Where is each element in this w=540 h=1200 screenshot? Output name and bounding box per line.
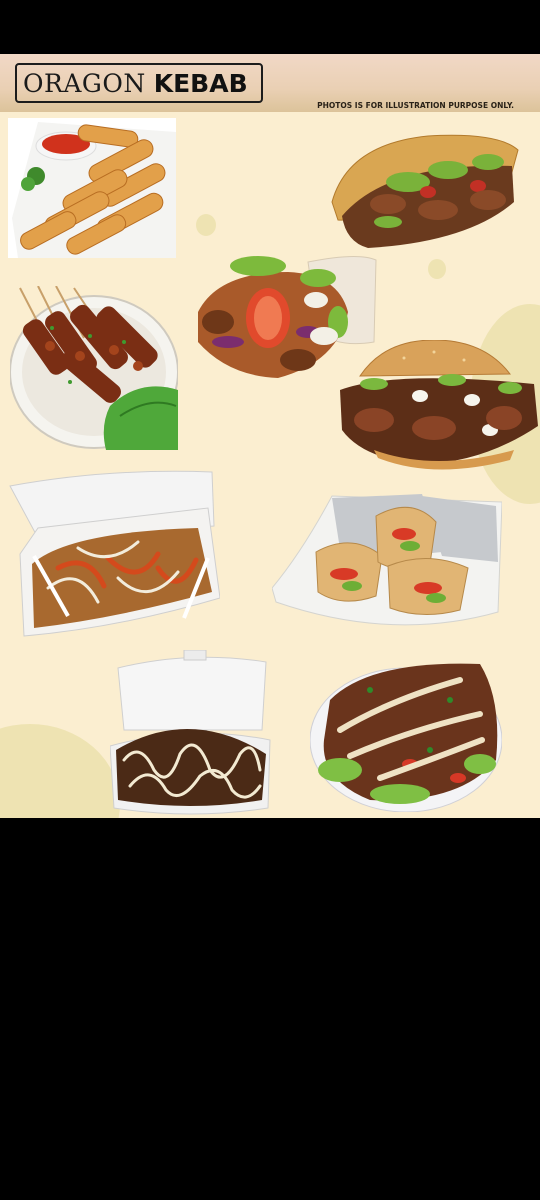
background-blob — [196, 214, 216, 236]
photo-chicken-skewers — [10, 286, 178, 450]
brand-name-word2: KEBAB — [153, 68, 248, 98]
photo-kebab-burger — [334, 340, 540, 470]
photo-spring-rolls — [8, 118, 176, 258]
brand-logo: ORAGON KEBAB — [15, 63, 263, 103]
background-blob — [0, 724, 120, 818]
menu-poster: ORAGON KEBAB PHOTOS IS FOR ILLUSTRATION … — [0, 54, 540, 818]
poster-header: ORAGON KEBAB PHOTOS IS FOR ILLUSTRATION … — [0, 54, 540, 112]
brand-name-word1: ORAGON — [23, 68, 146, 98]
screen: ORAGON KEBAB PHOTOS IS FOR ILLUSTRATION … — [0, 0, 540, 1200]
photo-kebab-plate — [310, 660, 502, 812]
photo-foil-wraps — [272, 492, 502, 632]
disclaimer-text: PHOTOS IS FOR ILLUSTRATION PURPOSE ONLY. — [317, 101, 514, 110]
photo-kebab-fries-box — [8, 468, 220, 640]
photo-kebab-pita — [328, 132, 522, 252]
background-blob — [428, 259, 446, 279]
photo-kebab-box — [110, 650, 272, 816]
